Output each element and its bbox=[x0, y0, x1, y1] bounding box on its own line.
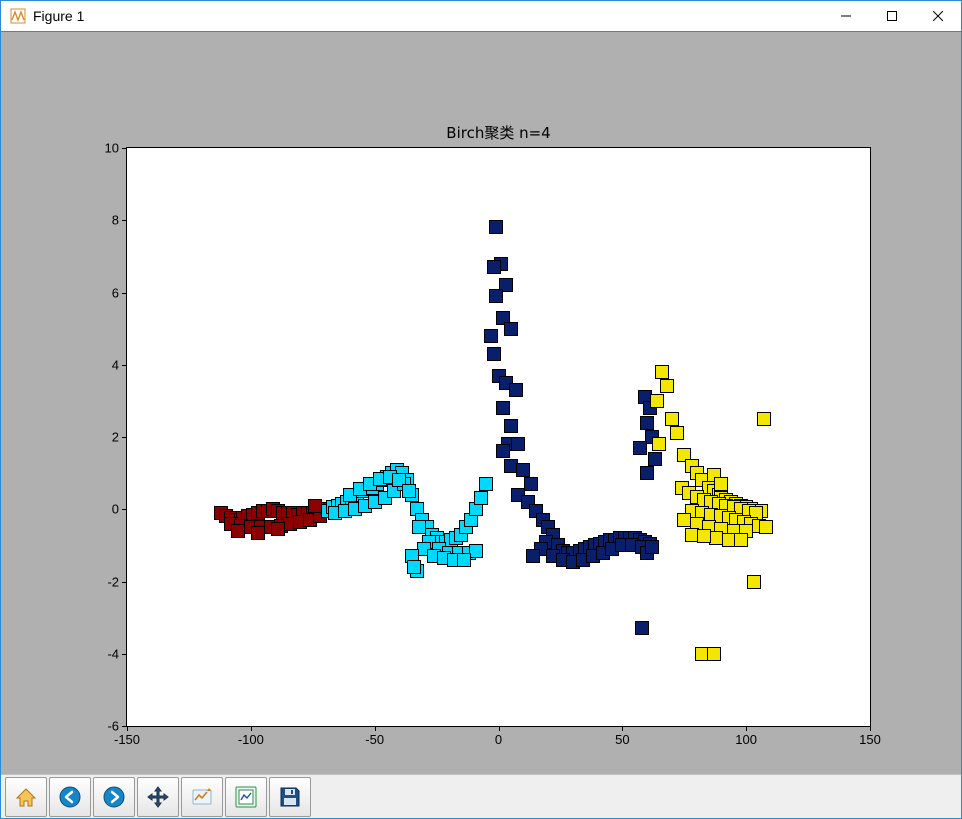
minimize-button[interactable] bbox=[823, 1, 869, 31]
data-point bbox=[652, 437, 666, 451]
y-tick-label: -6 bbox=[107, 719, 119, 734]
app-window: Figure 1 Birch聚类 n=4 -150-100-5005010015… bbox=[0, 0, 962, 819]
data-point bbox=[759, 520, 773, 534]
plot-axes: -150-100-50050100150-6-4-20246810 bbox=[126, 147, 871, 727]
data-point bbox=[251, 526, 265, 540]
home-button[interactable] bbox=[5, 777, 47, 817]
data-point bbox=[747, 575, 761, 589]
data-point bbox=[697, 529, 711, 543]
y-tick-label: 10 bbox=[105, 141, 119, 156]
data-point bbox=[516, 463, 530, 477]
zoom-button[interactable] bbox=[181, 777, 223, 817]
y-tick-label: 0 bbox=[112, 502, 119, 517]
data-point bbox=[496, 401, 510, 415]
x-tick-label: 100 bbox=[735, 732, 757, 747]
data-point bbox=[489, 289, 503, 303]
data-point bbox=[402, 484, 416, 498]
window-title: Figure 1 bbox=[33, 8, 84, 24]
forward-button[interactable] bbox=[93, 777, 135, 817]
maximize-button[interactable] bbox=[869, 1, 915, 31]
figure-canvas[interactable]: Birch聚类 n=4 -150-100-50050100150-6-4-202… bbox=[1, 32, 961, 774]
save-button[interactable] bbox=[269, 777, 311, 817]
data-point bbox=[707, 647, 721, 661]
data-point bbox=[650, 394, 664, 408]
x-tick-label: 0 bbox=[495, 732, 502, 747]
data-point bbox=[479, 477, 493, 491]
data-point bbox=[640, 416, 654, 430]
data-point bbox=[504, 322, 518, 336]
nav-toolbar bbox=[1, 774, 961, 818]
data-point bbox=[511, 437, 525, 451]
x-tick-label: 50 bbox=[615, 732, 629, 747]
data-point bbox=[407, 560, 421, 574]
app-icon bbox=[9, 7, 27, 25]
data-point bbox=[271, 522, 285, 536]
data-point bbox=[665, 412, 679, 426]
pan-button[interactable] bbox=[137, 777, 179, 817]
x-tick-label: -100 bbox=[238, 732, 264, 747]
data-point bbox=[504, 419, 518, 433]
close-button[interactable] bbox=[915, 1, 961, 31]
subplots-button[interactable] bbox=[225, 777, 267, 817]
data-point bbox=[457, 553, 471, 567]
data-point bbox=[645, 540, 659, 554]
titlebar: Figure 1 bbox=[1, 1, 961, 32]
data-point bbox=[524, 477, 538, 491]
data-point bbox=[757, 412, 771, 426]
back-button[interactable] bbox=[49, 777, 91, 817]
data-point bbox=[734, 533, 748, 547]
data-point bbox=[474, 491, 488, 505]
data-point bbox=[487, 347, 501, 361]
data-point bbox=[231, 524, 245, 538]
x-tick-label: -150 bbox=[114, 732, 140, 747]
data-point bbox=[489, 220, 503, 234]
data-point bbox=[633, 441, 647, 455]
chart-title: Birch聚类 n=4 bbox=[126, 122, 871, 143]
data-point bbox=[509, 383, 523, 397]
y-tick-label: 4 bbox=[112, 357, 119, 372]
data-point bbox=[648, 452, 662, 466]
y-tick-label: 8 bbox=[112, 213, 119, 228]
x-tick-label: 150 bbox=[859, 732, 881, 747]
x-tick-label: -50 bbox=[365, 732, 384, 747]
data-point bbox=[655, 365, 669, 379]
data-point bbox=[496, 444, 510, 458]
data-point bbox=[640, 466, 654, 480]
data-point bbox=[412, 520, 426, 534]
data-point bbox=[635, 621, 649, 635]
data-point bbox=[469, 544, 483, 558]
data-point bbox=[487, 260, 501, 274]
y-tick-label: -4 bbox=[107, 646, 119, 661]
y-tick-label: -2 bbox=[107, 574, 119, 589]
data-point bbox=[526, 549, 540, 563]
data-point bbox=[484, 329, 498, 343]
data-point bbox=[660, 379, 674, 393]
data-point bbox=[670, 426, 684, 440]
y-tick-label: 6 bbox=[112, 285, 119, 300]
data-point bbox=[714, 477, 728, 491]
y-tick-label: 2 bbox=[112, 430, 119, 445]
